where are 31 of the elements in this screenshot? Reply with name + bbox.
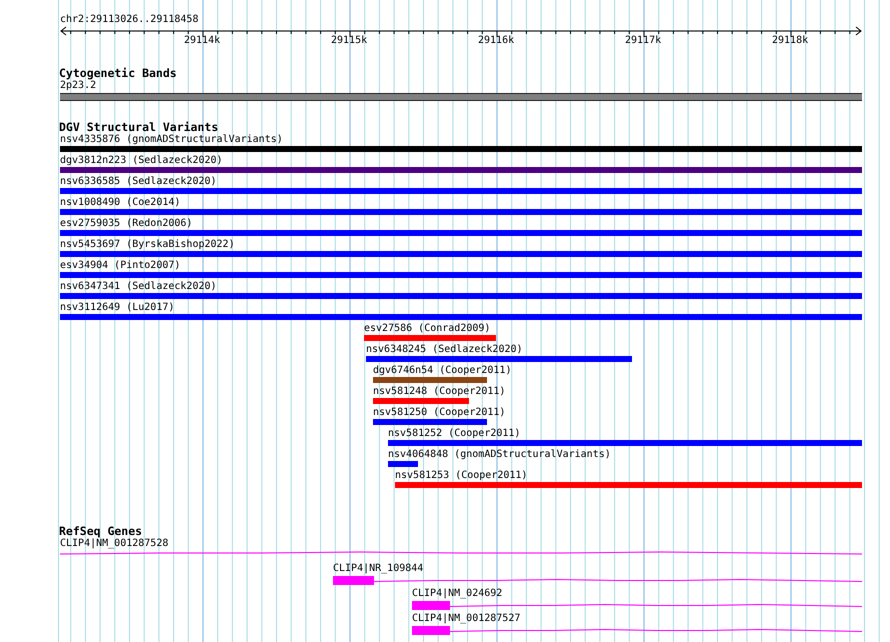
variant-label: nsv581248 (Cooper2011) [373, 386, 506, 398]
variant-label: dgv6746n54 (Cooper2011) [373, 365, 512, 377]
band-label: 2p23.2 [60, 80, 96, 92]
track-title: RefSeq Genes [59, 525, 142, 537]
variant-label: nsv5453697 (ByrskaBishop2022) [60, 239, 235, 251]
gene-label: CLIP4|NM_024692 [412, 588, 502, 600]
gene-label: CLIP4|NM_001287528 [60, 538, 168, 550]
variant-label: esv2759035 (Redon2006) [60, 218, 192, 230]
variant-label: esv34904 (Pinto2007) [60, 260, 180, 272]
track-title: Cytogenetic Bands [59, 67, 177, 79]
gene-label: CLIP4|NM_001287527 [412, 613, 520, 625]
variant-label: nsv581252 (Cooper2011) [388, 428, 520, 440]
ruler-tick-label: 29117k [625, 35, 662, 47]
track-title: DGV Structural Variants [59, 121, 218, 133]
location-text: chr2:29113026..29118458 [60, 14, 198, 26]
variant-label: nsv1008490 (Coe2014) [60, 197, 180, 209]
variant-label: esv27586 (Conrad2009) [364, 323, 490, 335]
gene-label: CLIP4|NR_109844 [333, 563, 424, 575]
variant-label: nsv6348245 (Sedlazeck2020) [366, 344, 523, 356]
ruler-tick-label: 29118k [772, 35, 808, 47]
variant-label: nsv6336585 (Sedlazeck2020) [60, 176, 217, 188]
variant-label: nsv3112649 (Lu2017) [60, 302, 174, 314]
variant-label: nsv4335876 (gnomADStructuralVariants) [60, 134, 283, 146]
variant-label: nsv4064848 (gnomADStructuralVariants) [388, 449, 611, 461]
variant-label: nsv6347341 (Sedlazeck2020) [60, 281, 217, 293]
variant-label: nsv581253 (Cooper2011) [395, 470, 528, 482]
ruler-tick-label: 29115k [331, 35, 368, 47]
variant-label: dgv3812n223 (Sedlazeck2020) [60, 155, 223, 167]
ruler-tick-label: 29116k [478, 35, 514, 47]
variant-label: nsv581250 (Cooper2011) [373, 407, 506, 419]
ruler-tick-label: 29114k [184, 35, 220, 47]
